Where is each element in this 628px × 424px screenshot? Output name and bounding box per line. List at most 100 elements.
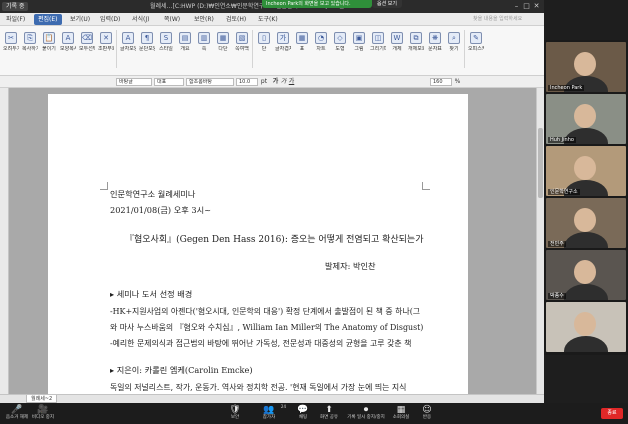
menu-item[interactable]: 쪽(W)	[160, 14, 184, 25]
participant-video[interactable]: 전민주	[546, 198, 626, 248]
ribbon-button[interactable]: ◇ 도형	[332, 32, 348, 52]
ribbon-button[interactable]: ▥ 쪽	[196, 32, 212, 52]
control-label: 채팅	[298, 415, 308, 420]
document-line: ▸ 지은이: 카롤린 엠케(Carolin Emcke)	[110, 365, 253, 375]
menu-item[interactable]: 보안(R)	[190, 14, 218, 25]
participant-body	[564, 336, 608, 352]
underline-button[interactable]: 가	[288, 78, 295, 86]
menu-item[interactable]: 편집(E)	[34, 14, 62, 25]
participant-name: 전민주	[548, 241, 566, 247]
ribbon-button-label: 문자표	[428, 46, 442, 52]
ribbon-icon: 가	[277, 32, 289, 44]
menu-item[interactable]: 파일(F)	[2, 14, 29, 25]
hwp-window: 기록 중 월례세…[C:HWP (D:)₩인연소₩인문학연구소₩인문한국₩202…	[0, 0, 544, 403]
ribbon-button[interactable]: ▤ 개요	[177, 32, 193, 52]
ribbon-button[interactable]: ⌕ 찾기	[446, 32, 462, 52]
ribbon-button[interactable]: ⧉ 개체보호	[408, 32, 424, 52]
participant-name: Incheon Park	[548, 85, 585, 91]
search-input[interactable]: 찾을 내용을 입력하세요	[470, 15, 540, 24]
font-size-input[interactable]: 10.0	[236, 78, 258, 86]
line-spacing-input[interactable]: 160	[430, 78, 452, 86]
zoom-control-button[interactable]: 👥 참가자 24	[256, 404, 286, 421]
zoom-control-button[interactable]: ☺ 반응	[414, 405, 440, 421]
ribbon-button[interactable]: ⎘ 복사하기	[22, 32, 38, 52]
ribbon-button[interactable]: W 개체	[389, 32, 405, 52]
ribbon-button[interactable]: A 모양복사	[60, 32, 76, 52]
ribbon-button-label: 차트	[316, 46, 326, 52]
ribbon-button-label: 그림	[354, 46, 364, 52]
participant-video[interactable]: Incheon Park	[546, 42, 626, 92]
ribbon-button[interactable]: ✎ 오피스커뮤니케이터	[468, 32, 484, 52]
style-select[interactable]: 바탕글	[116, 78, 152, 86]
menu-bar: 찾을 내용을 입력하세요 파일(F) 편집(E) 보기(U) 입력(D) 서식(J) 쪽(…	[0, 13, 544, 26]
ribbon-button[interactable]: ▯ 단	[256, 32, 272, 52]
ribbon-button[interactable]: S 스타일	[158, 32, 174, 52]
ribbon-icon: A	[122, 32, 134, 44]
menu-item[interactable]: 검토(H)	[222, 14, 250, 25]
ribbon-button-label: 문단모양	[139, 46, 155, 52]
zoom-control-button[interactable]: ⏺ 기록 일시 중지/중지	[346, 405, 386, 421]
ribbon-icon: ▦	[217, 32, 229, 44]
ribbon-button-label: 도형	[335, 46, 345, 52]
close-button[interactable]: ✕	[532, 2, 541, 11]
zoom-control-button[interactable]: ▦ 소회의실	[388, 405, 414, 421]
margin-mark-tl	[100, 182, 108, 190]
ribbon-button[interactable]: 가글자겹치기	[275, 32, 291, 52]
vertical-scrollbar[interactable]	[536, 88, 544, 394]
control-icon: ▦	[396, 405, 406, 415]
control-label: 반응	[422, 415, 432, 420]
scroll-thumb[interactable]	[538, 128, 543, 198]
ribbon-button[interactable]: ◫ 그리기마당	[370, 32, 386, 52]
zoom-control-button[interactable]: 🛡 보안	[222, 405, 248, 421]
participant-video[interactable]: Huh Jinho	[546, 94, 626, 144]
menu-item[interactable]: 보기(U)	[66, 14, 94, 25]
maximize-button[interactable]: □	[522, 2, 531, 11]
zoom-control-button[interactable]: 🎥 비디오 중지	[30, 405, 56, 421]
ribbon-button[interactable]: A 글자모양	[120, 32, 136, 52]
ribbon-button[interactable]: ▦ 다단	[215, 32, 231, 52]
document-tab[interactable]: 월례세~2	[26, 395, 58, 403]
participant-avatar	[574, 156, 596, 180]
ribbon-icon: ⌫	[81, 32, 93, 44]
ribbon-button[interactable]: ¶ 문단모양	[139, 32, 155, 52]
control-icon: 🎥	[37, 405, 49, 415]
ribbon-icon: ▯	[258, 32, 270, 44]
participant-video[interactable]	[546, 302, 626, 352]
ribbon-button[interactable]: ▣ 그림	[351, 32, 367, 52]
ribbon-button-label: 모두선택	[79, 46, 95, 52]
participant-count-badge: 24	[280, 404, 286, 409]
ribbon-button[interactable]: ✂ 오려두기	[3, 32, 19, 52]
minimize-button[interactable]: –	[512, 2, 521, 11]
zoom-control-button[interactable]: 💬 채팅	[290, 405, 316, 421]
recording-tab[interactable]: 기록 중	[2, 2, 29, 11]
ribbon-button[interactable]: ◔ 차트	[313, 32, 329, 52]
ribbon-button-label: 오려두기	[3, 46, 19, 52]
bold-button[interactable]: 가	[272, 78, 279, 86]
ribbon-icon: ❋	[429, 32, 441, 44]
menu-item[interactable]: 입력(D)	[96, 14, 124, 25]
ribbon-button[interactable]: ▧ 쪽여백	[234, 32, 250, 52]
menu-item[interactable]: 서식(J)	[128, 14, 154, 25]
zoom-control-button[interactable]: ⬆ 화면 공유	[316, 405, 342, 421]
italic-button[interactable]: 가	[280, 78, 287, 86]
ribbon-button-label: 개체	[392, 46, 402, 52]
ribbon-button-label: 복사하기	[22, 46, 38, 52]
zoom-control-button[interactable]: 🎤 음소거 해제	[4, 405, 30, 421]
control-icon: ⏺	[363, 405, 369, 415]
ribbon-button[interactable]: ❋ 문자표	[427, 32, 443, 52]
ribbon-icon: ¶	[141, 32, 153, 44]
ribbon-button[interactable]: ▦ 표	[294, 32, 310, 52]
format-toolbar: 바탕글 대표 함초롬바탕 10.0 pt 가 가 가 160 %	[0, 76, 544, 88]
ribbon-button[interactable]: ✕ 조판부호지우기	[98, 32, 114, 52]
participant-video[interactable]: 인문학연구소	[546, 146, 626, 196]
end-meeting-button[interactable]: 종료	[601, 408, 623, 419]
ribbon-button-label: 다단	[218, 46, 228, 52]
document-page[interactable]: 인문학연구소 월례세미나 2021/01/08(금) 오후 3시~ 『혐오사회』(G…	[48, 94, 468, 394]
ribbon-button[interactable]: 📋 붙이기	[41, 32, 57, 52]
font-lang-select[interactable]: 대표	[154, 78, 184, 86]
view-options-button[interactable]: 옵션 보기	[372, 0, 402, 8]
font-select[interactable]: 함초롬바탕	[186, 78, 234, 86]
ribbon-button[interactable]: ⌫ 모두선택	[79, 32, 95, 52]
participant-video[interactable]: 박종수	[546, 250, 626, 300]
menu-item[interactable]: 도구(K)	[254, 14, 282, 25]
